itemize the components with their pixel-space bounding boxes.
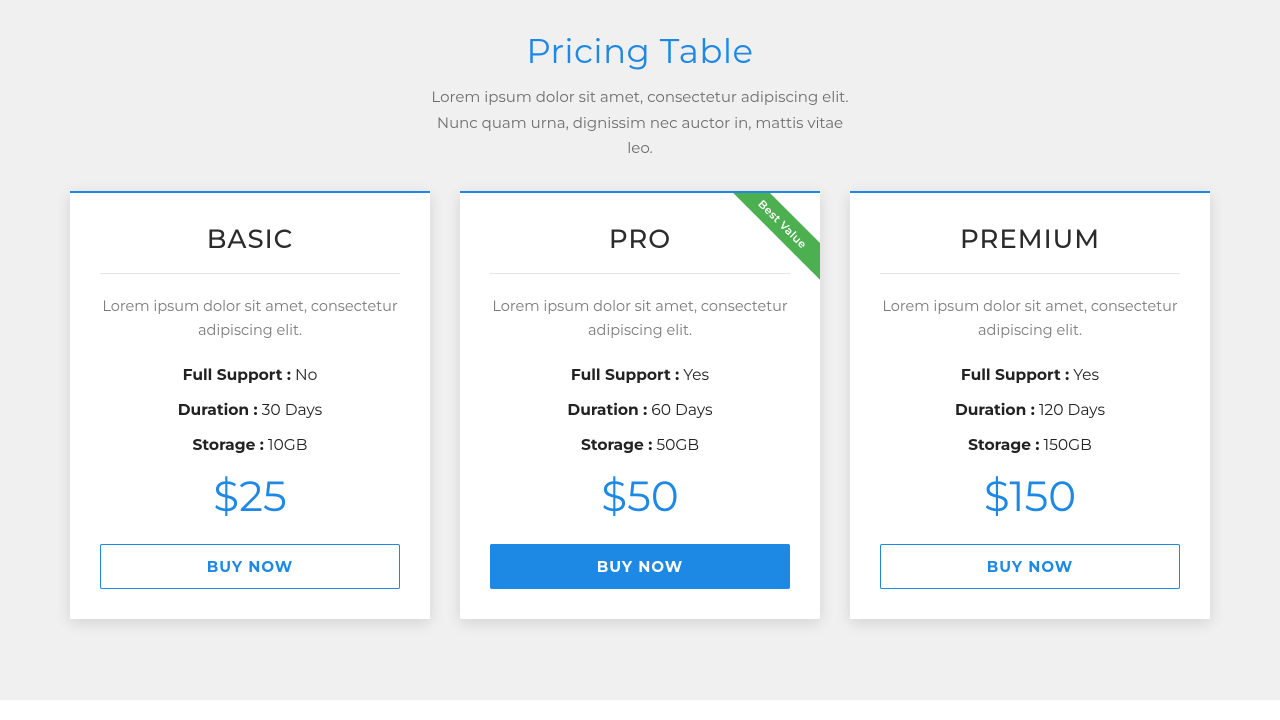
feature-storage: Storage : 150GB [880,435,1180,454]
plan-price: $150 [880,470,1180,522]
page-subtitle: Lorem ipsum dolor sit amet, consectetur … [425,84,855,161]
feature-duration: Duration : 30 Days [100,400,400,419]
pricing-header: Pricing Table Lorem ipsum dolor sit amet… [70,30,1210,161]
feature-full-support: Full Support : No [100,365,400,384]
pricing-cards-row: BASIC Lorem ipsum dolor sit amet, consec… [70,191,1210,619]
plan-price: $25 [100,470,400,522]
plan-name: PRO [490,223,790,274]
buy-now-button[interactable]: BUY NOW [880,544,1180,589]
plan-name: BASIC [100,223,400,274]
feature-duration: Duration : 60 Days [490,400,790,419]
plan-desc: Lorem ipsum dolor sit amet, consectetur … [490,294,790,343]
feature-duration: Duration : 120 Days [880,400,1180,419]
plan-price: $50 [490,470,790,522]
plan-card-pro: Best Value PRO Lorem ipsum dolor sit ame… [460,191,820,619]
page-title: Pricing Table [70,30,1210,72]
plan-name: PREMIUM [880,223,1180,274]
plan-desc: Lorem ipsum dolor sit amet, consectetur … [100,294,400,343]
feature-storage: Storage : 10GB [100,435,400,454]
plan-card-premium: PREMIUM Lorem ipsum dolor sit amet, cons… [850,191,1210,619]
feature-full-support: Full Support : Yes [880,365,1180,384]
footer-strip [0,700,1280,720]
buy-now-button[interactable]: BUY NOW [100,544,400,589]
feature-storage: Storage : 50GB [490,435,790,454]
plan-desc: Lorem ipsum dolor sit amet, consectetur … [880,294,1180,343]
plan-card-basic: BASIC Lorem ipsum dolor sit amet, consec… [70,191,430,619]
buy-now-button[interactable]: BUY NOW [490,544,790,589]
feature-full-support: Full Support : Yes [490,365,790,384]
